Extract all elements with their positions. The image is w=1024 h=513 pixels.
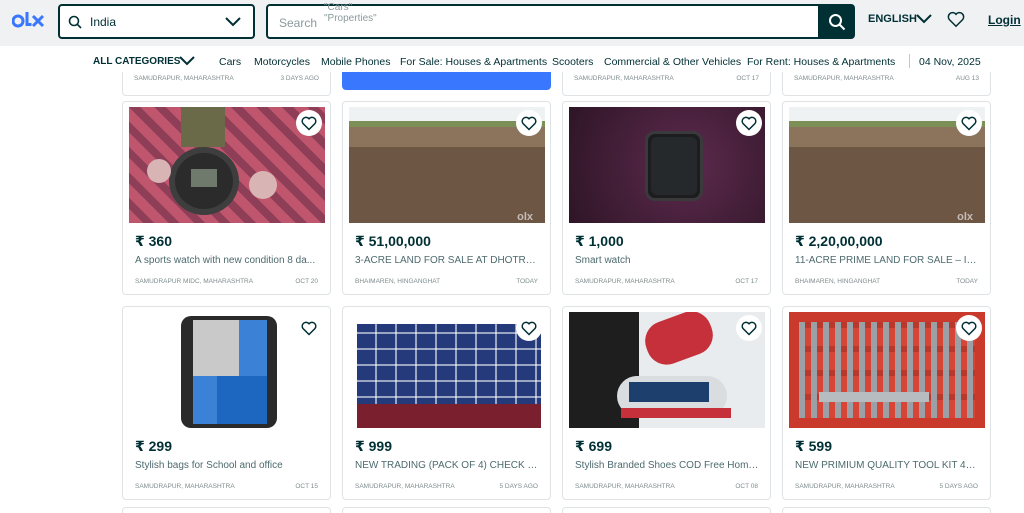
- listing-title: NEW PRIMIUM QUALITY TOOL KIT 46 ...: [795, 460, 981, 471]
- category-link[interactable]: Commercial & Other Vehicles: [604, 56, 741, 68]
- category-link[interactable]: For Sale: Houses & Apartments: [400, 56, 547, 68]
- listing-date: OCT 17: [735, 278, 758, 285]
- listing-location: SAMUDRAPUR, MAHARASHTRA: [575, 278, 675, 285]
- listing-price: ₹ 1,000: [575, 233, 624, 249]
- listing-card[interactable]: SAMUDRAPUR, MAHARASHTRA OCT 17: [562, 72, 771, 96]
- listing-card[interactable]: ₹ 999 NEW TRADING (PACK OF 4) CHECK SH..…: [342, 306, 551, 500]
- login-link[interactable]: Login: [988, 13, 1021, 27]
- watermark: olx: [957, 211, 973, 223]
- heart-icon: [961, 321, 977, 336]
- listing-date: OCT 17: [736, 75, 759, 82]
- favorite-button[interactable]: [956, 315, 982, 341]
- favorite-button[interactable]: [296, 110, 322, 136]
- heart-icon: [741, 321, 757, 336]
- listing-title: Stylish Branded Shoes COD Free Home...: [575, 460, 761, 471]
- listing-date: 5 DAYS AGO: [939, 483, 978, 490]
- favorite-button[interactable]: [516, 110, 542, 136]
- all-categories-button[interactable]: ALL CATEGORIES: [93, 56, 180, 67]
- listing-location: SAMUDRAPUR, MAHARASHTRA: [355, 483, 455, 490]
- search-icon: [68, 15, 82, 29]
- search-input[interactable]: Search "Cars" "Properties": [266, 2, 820, 39]
- listing-card[interactable]: [782, 507, 991, 513]
- favorite-button[interactable]: [516, 315, 542, 341]
- chevron-down-icon[interactable]: [179, 55, 195, 67]
- listing-title: NEW TRADING (PACK OF 4) CHECK SH...: [355, 460, 541, 471]
- search-rotating-hint: "Cars" "Properties": [324, 2, 377, 24]
- category-link[interactable]: Motorcycles: [254, 56, 310, 68]
- listing-date: 5 DAYS AGO: [499, 483, 538, 490]
- listing-location: SAMUDRAPUR, MAHARASHTRA: [574, 75, 674, 82]
- listing-card[interactable]: ₹ 599 NEW PRIMIUM QUALITY TOOL KIT 46 ..…: [782, 306, 991, 500]
- olx-logo[interactable]: [12, 10, 46, 32]
- search-placeholder: Search: [279, 16, 318, 30]
- favorite-button[interactable]: [736, 110, 762, 136]
- listing-card[interactable]: olx ₹ 2,20,00,000 11-ACRE PRIME LAND FOR…: [782, 101, 991, 295]
- category-link[interactable]: Scooters: [552, 56, 593, 68]
- heart-icon[interactable]: [947, 11, 965, 28]
- listing-location: SAMUDRAPUR, MAHARASHTRA: [794, 75, 894, 82]
- listing-card[interactable]: [122, 507, 331, 513]
- listing-card[interactable]: SAMUDRAPUR, MAHARASHTRA 3 DAYS AGO: [122, 72, 331, 96]
- heart-icon: [521, 116, 537, 131]
- heart-icon: [301, 321, 317, 336]
- listing-location: SAMUDRAPUR, MAHARASHTRA: [795, 483, 895, 490]
- heart-icon: [521, 321, 537, 336]
- listing-price: ₹ 299: [135, 438, 172, 454]
- listing-card[interactable]: olx ₹ 51,00,000 3-ACRE LAND FOR SALE AT …: [342, 101, 551, 295]
- favorite-button[interactable]: [296, 315, 322, 341]
- heart-icon: [741, 116, 757, 131]
- promo-card[interactable]: [342, 72, 551, 90]
- listing-card[interactable]: SAMUDRAPUR, MAHARASHTRA AUG 13: [782, 72, 991, 96]
- language-selector[interactable]: ENGLISH: [868, 13, 917, 25]
- heart-icon: [301, 116, 317, 131]
- category-link[interactable]: For Rent: Houses & Apartments: [747, 56, 895, 68]
- location-selector[interactable]: India: [58, 4, 255, 39]
- listing-price: ₹ 699: [575, 438, 612, 454]
- listing-card[interactable]: ₹ 360 A sports watch with new condition …: [122, 101, 331, 295]
- listing-card[interactable]: [342, 507, 551, 513]
- listing-location: BHAIMAREN, HINGANGHAT: [355, 278, 441, 285]
- listing-title: Stylish bags for School and office: [135, 460, 283, 471]
- listing-date: AUG 13: [955, 75, 979, 82]
- listing-price: ₹ 51,00,000: [355, 233, 431, 249]
- listing-location: SAMUDRAPUR MIDC, MAHARASHTRA: [135, 278, 254, 285]
- listing-date: OCT 20: [295, 278, 318, 285]
- listing-card[interactable]: ₹ 299 Stylish bags for School and office…: [122, 306, 331, 500]
- heart-icon: [961, 116, 977, 131]
- listing-card[interactable]: ₹ 1,000 Smart watch SAMUDRAPUR, MAHARASH…: [562, 101, 771, 295]
- listing-title: 3-ACRE LAND FOR SALE AT DHOTRA C...: [355, 255, 541, 266]
- location-value: India: [90, 15, 117, 29]
- listing-price: ₹ 360: [135, 233, 172, 249]
- favorite-button[interactable]: [956, 110, 982, 136]
- top-header: India Search "Cars" "Properties" ENGLISH…: [0, 0, 1024, 46]
- listing-title: Smart watch: [575, 255, 631, 266]
- chevron-down-icon[interactable]: [225, 15, 241, 29]
- listing-card[interactable]: ₹ 699 Stylish Branded Shoes COD Free Hom…: [562, 306, 771, 500]
- listing-price: ₹ 599: [795, 438, 832, 454]
- search-button[interactable]: [819, 4, 855, 39]
- category-link[interactable]: Mobile Phones: [321, 56, 390, 68]
- listing-location: BHAIMAREN, HINGANGHAT: [795, 278, 881, 285]
- current-date: 04 Nov, 2025: [919, 56, 981, 68]
- divider: [909, 54, 910, 68]
- listing-price: ₹ 2,20,00,000: [795, 233, 883, 249]
- listing-date: OCT 08: [735, 483, 758, 490]
- listing-price: ₹ 999: [355, 438, 392, 454]
- listing-date: TODAY: [956, 278, 978, 285]
- category-link[interactable]: Cars: [219, 56, 241, 68]
- listing-date: TODAY: [516, 278, 538, 285]
- listing-location: SAMUDRAPUR, MAHARASHTRA: [575, 483, 675, 490]
- chevron-down-icon[interactable]: [916, 12, 932, 26]
- listing-date: 3 DAYS AGO: [280, 75, 319, 82]
- favorite-button[interactable]: [736, 315, 762, 341]
- search-icon: [829, 14, 846, 31]
- category-bar: ALL CATEGORIES Cars Motorcycles Mobile P…: [0, 46, 1024, 74]
- listing-title: A sports watch with new condition 8 da..…: [135, 255, 316, 266]
- listing-card[interactable]: [562, 507, 771, 513]
- listing-title: 11-ACRE PRIME LAND FOR SALE – IDE...: [795, 255, 981, 266]
- listing-date: OCT 15: [295, 483, 318, 490]
- listing-location: SAMUDRAPUR, MAHARASHTRA: [134, 75, 234, 82]
- listing-location: SAMUDRAPUR, MAHARASHTRA: [135, 483, 235, 490]
- watermark: olx: [517, 211, 533, 223]
